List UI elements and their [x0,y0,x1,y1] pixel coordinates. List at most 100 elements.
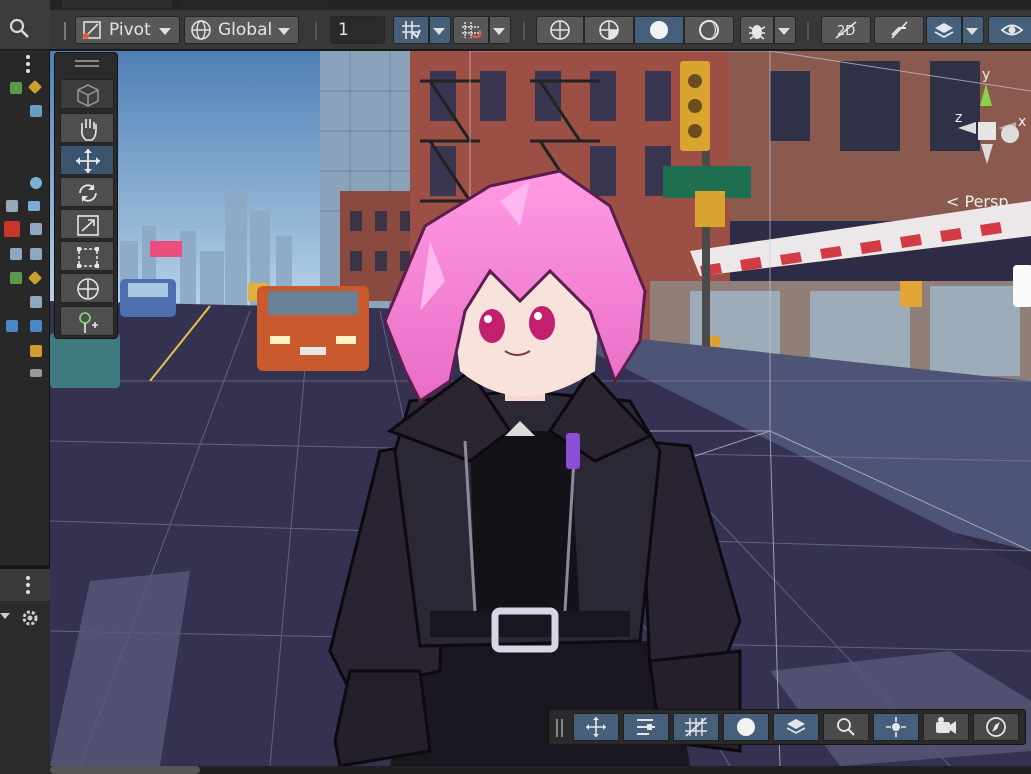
chevron-down-icon [433,28,445,35]
tab-scene[interactable] [62,0,172,8]
script-icon [10,272,22,284]
shaded-wireframe-icon [599,20,619,40]
transform-icon [77,278,99,300]
move-tool-button[interactable] [60,145,114,175]
more-vert-icon[interactable] [26,55,32,73]
grid-size-value: 1 [338,20,349,40]
gizmo-z-label: z [955,110,962,126]
list-item[interactable] [0,174,50,196]
audio-mute-icon [891,21,908,39]
increment-snap-dropdown[interactable] [489,16,511,44]
chevron-down-icon [159,28,171,35]
list-item[interactable] [0,365,50,387]
list-item[interactable] [0,341,50,363]
grid-slash-icon [685,717,707,737]
script-icon [10,82,22,94]
scene-render [50,51,1031,766]
effects-button[interactable] [926,16,962,44]
list-item[interactable] [0,219,50,241]
gear-icon[interactable] [21,609,39,627]
camera-overlay-button[interactable] [923,713,969,741]
layers-overlay-button[interactable] [773,713,819,741]
overlay-grip[interactable] [556,719,558,737]
bug-icon [748,25,766,40]
scene-viewport[interactable]: y z x < Persp [50,51,1031,766]
search-overlay-button[interactable] [823,713,869,741]
effects-dropdown[interactable] [962,16,984,44]
navigation-overlay-button[interactable] [973,713,1019,741]
align-overlay-button[interactable] [623,713,669,741]
orientation-gizmo[interactable]: y z x [940,64,1030,189]
sphere-overlay-button[interactable] [723,713,769,741]
chevron-down-icon [493,28,505,35]
toolbar-separator [523,22,525,40]
grid-overlay-button[interactable] [673,713,719,741]
increment-snap-button[interactable] [453,16,489,44]
hierarchy-panel [0,0,50,774]
2d-toggle-icon: 2D [835,21,857,39]
align-icon [637,719,655,735]
search-icon[interactable] [8,17,32,41]
2d-toggle-button[interactable]: 2D [821,16,871,44]
custom-tool-button[interactable] [60,306,114,336]
rotate-tool-button[interactable] [60,177,114,207]
search-icon [837,718,855,736]
toolbar-grip[interactable] [64,22,66,40]
shaded-button[interactable] [634,16,684,44]
window-tab-strip [50,0,1031,10]
text-icon [4,221,20,237]
scale-tool-button[interactable] [60,209,114,239]
layers-icon [934,23,954,39]
shaded-wireframe-button[interactable] [584,16,634,44]
pivot-overlay-button[interactable] [873,713,919,741]
unlit-sphere-icon [699,20,719,40]
bottom-overlay-toolbar [548,709,1026,745]
list-item[interactable] [0,292,50,314]
unlit-button[interactable] [684,16,734,44]
debug-mode-dropdown[interactable] [774,16,796,44]
wireframe-button[interactable] [536,16,584,44]
list-item[interactable] [0,196,50,218]
list-item[interactable] [0,316,50,338]
rect-tool-button[interactable] [60,241,114,271]
chevron-down-icon [966,28,978,35]
increment-snap-icon [462,22,482,39]
projection-label: Persp [964,192,1009,211]
shaded-sphere-icon [737,718,755,736]
overlay-grip [75,65,99,67]
pivot-icon [83,21,101,39]
visibility-button[interactable] [988,16,1031,44]
tab-game[interactable] [180,0,330,8]
global-dropdown[interactable]: Global [184,16,299,44]
move-overlay-button[interactable] [573,713,619,741]
grid-snap-icon [402,21,421,39]
compass-icon [986,717,1006,737]
layers-icon [786,719,806,734]
chevron-down-icon [278,28,290,35]
overlay-grip[interactable] [75,60,99,62]
toolbar-separator [315,22,317,40]
network-icon [30,320,42,332]
grid-snap-button[interactable] [393,16,429,44]
pivot-points-icon [886,717,906,737]
projection-toggle[interactable]: < Persp [946,192,1009,211]
scrollbar-thumb[interactable] [50,766,200,774]
transform-tool-button[interactable] [60,273,114,303]
list-item[interactable] [0,78,50,100]
global-label: Global [218,20,273,40]
more-vert-icon[interactable] [26,576,32,594]
list-item[interactable] [0,268,50,290]
pivot-label: Pivot [109,20,151,40]
chevron-down-icon[interactable] [0,613,10,619]
audio-mute-button[interactable] [874,16,924,44]
debug-mode-button[interactable] [740,16,774,44]
grid-size-field[interactable]: 1 [330,16,385,44]
hand-tool-button[interactable] [60,113,114,143]
list-item[interactable] [0,244,50,266]
pivot-dropdown[interactable]: Pivot [75,16,180,44]
scale-icon [77,215,99,236]
chevron-down-icon [778,28,790,35]
list-item[interactable] [0,101,50,123]
grid-snap-dropdown[interactable] [429,16,451,44]
view-tool-button[interactable] [60,79,114,109]
